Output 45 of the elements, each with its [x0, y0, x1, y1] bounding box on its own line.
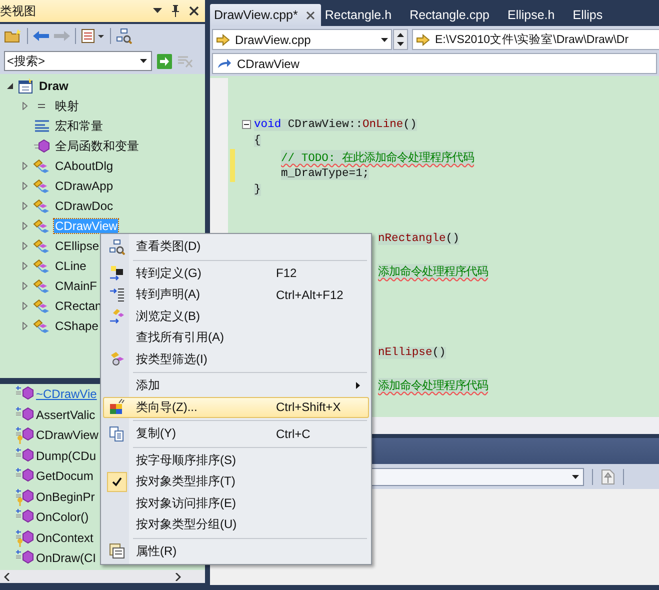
- menu-item[interactable]: 类向导(Z)... Ctrl+Shift+X: [103, 396, 369, 418]
- tree-item[interactable]: CEllipse: [54, 239, 100, 253]
- menu-item[interactable]: 按类型筛选(I): [103, 348, 369, 370]
- search-field[interactable]: <搜索>: [4, 51, 152, 71]
- tree-item[interactable]: 宏和常量: [54, 118, 104, 134]
- tree-item[interactable]: 全局函数和变量: [54, 138, 140, 154]
- menu-item[interactable]: 按对象类型分组(U): [103, 514, 369, 536]
- path-dropdown[interactable]: E:\VS2010文件\实验室\Draw\Draw\Dr: [412, 29, 659, 50]
- member-item[interactable]: OnDraw(CI: [36, 551, 96, 566]
- menu-item[interactable]: 浏览定义(B): [103, 306, 369, 327]
- file-tab[interactable]: Rectangle.h: [320, 4, 406, 26]
- tree-item[interactable]: CShape: [54, 319, 100, 333]
- file-tab[interactable]: Ellips: [568, 4, 617, 26]
- menu-item[interactable]: 按对象类型排序(T): [103, 471, 369, 492]
- project-name[interactable]: Draw: [38, 79, 70, 93]
- menu-item[interactable]: 转到声明(A) Ctrl+Alt+F12: [103, 284, 369, 306]
- member-item[interactable]: OnContext: [36, 530, 94, 545]
- tree-item[interactable]: CRectan: [54, 299, 103, 313]
- menu-item[interactable]: 按对象访问排序(E): [103, 492, 369, 514]
- tree-item[interactable]: 映射: [54, 98, 80, 114]
- menu-item[interactable]: 查找所有引用(A): [103, 327, 369, 348]
- tree-item[interactable]: CDrawDoc: [54, 199, 114, 213]
- tree-item[interactable]: CDrawApp: [54, 179, 114, 193]
- member-item[interactable]: OnBeginPr: [36, 490, 95, 504]
- menu-item[interactable]: 复制(Y) Ctrl+C: [103, 423, 369, 444]
- menu-item[interactable]: 属性(R): [103, 540, 369, 562]
- member-item[interactable]: CDrawView: [36, 428, 98, 442]
- panel-title: 类视图: [0, 2, 37, 20]
- member-item[interactable]: ~CDrawVie: [36, 387, 97, 402]
- tree-item[interactable]: CAboutDlg: [54, 159, 114, 173]
- member-item[interactable]: Dump(CDu: [36, 448, 96, 463]
- tree-item[interactable]: CLine: [54, 259, 88, 273]
- menu-item[interactable]: 查看类图(D): [103, 236, 369, 258]
- file-tab[interactable]: DrawView.cpp*: [210, 4, 321, 26]
- file-tab[interactable]: Rectangle.cpp: [406, 4, 504, 26]
- menu-item[interactable]: 转到定义(G) F12: [103, 262, 369, 284]
- member-item[interactable]: AssertValic: [36, 408, 96, 422]
- menu-item[interactable]: 按字母顺序排序(S): [103, 450, 369, 471]
- tree-item[interactable]: CMainF: [54, 279, 98, 293]
- menu-item[interactable]: 添加: [103, 375, 369, 396]
- scope-dropdown[interactable]: CDrawView: [212, 53, 657, 74]
- file-dropdown[interactable]: DrawView.cpp: [212, 29, 392, 50]
- file-tab[interactable]: Ellipse.h: [503, 4, 569, 26]
- member-item[interactable]: GetDocum: [36, 469, 94, 484]
- member-item[interactable]: OnColor(): [36, 510, 89, 524]
